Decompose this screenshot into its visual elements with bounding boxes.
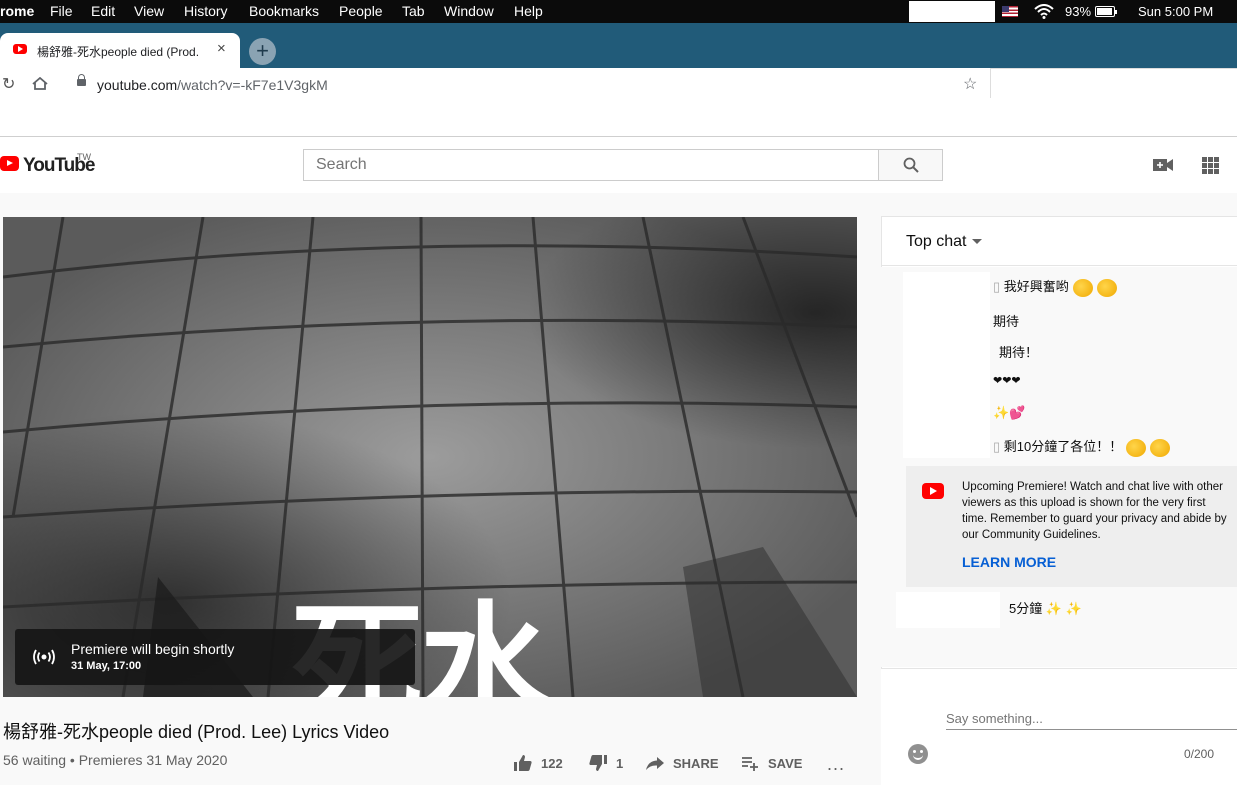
apps-grid-icon[interactable] (1202, 157, 1219, 174)
clock[interactable]: Sun 5:00 PM (1138, 4, 1213, 19)
share-label: SHARE (673, 755, 719, 771)
youtube-play-icon (0, 156, 19, 171)
menu-bookmarks[interactable]: Bookmarks (249, 3, 319, 19)
chat-message: ▯ 我好興奮哟 (993, 276, 1117, 297)
menu-bar: rome File Edit View History Bookmarks Pe… (0, 0, 1237, 23)
tab-close-button[interactable]: × (217, 40, 226, 57)
chat-message: ✨💕 (993, 405, 1026, 420)
lock-icon[interactable] (77, 74, 86, 86)
home-icon[interactable] (32, 77, 48, 90)
save-label: SAVE (768, 755, 803, 771)
video-player[interactable]: 死水 (3, 217, 857, 697)
thumbs-up-icon (514, 755, 532, 771)
chat-avatar-column (903, 272, 990, 458)
menu-edit[interactable]: Edit (91, 3, 115, 19)
character-counter: 0/200 (1184, 747, 1215, 761)
youtube-icon (922, 483, 944, 499)
share-icon (646, 757, 664, 770)
chat-message: ❤❤❤ (993, 375, 1021, 387)
status-item-box (909, 1, 995, 22)
search-icon (903, 157, 919, 173)
dislike-button[interactable]: 1 (588, 752, 623, 774)
thumbs-down-icon (589, 755, 607, 771)
browser-tab[interactable]: 楊舒雅-死水people died (Prod. × (0, 33, 240, 68)
chat-avatar (896, 592, 1000, 628)
emoji-hugging-icon (1096, 278, 1117, 297)
emoji-hugging-icon (1072, 278, 1093, 297)
top-chat-label: Top chat (906, 233, 967, 250)
premiere-title: Premiere will begin shortly (71, 641, 235, 657)
new-tab-button[interactable]: + (249, 38, 276, 65)
video-meta: 56 waiting • Premieres 31 May 2020 (3, 752, 228, 768)
create-video-icon[interactable] (1153, 157, 1173, 173)
dropdown-caret-icon (972, 239, 983, 245)
share-button[interactable]: SHARE (645, 752, 719, 774)
battery-icon[interactable] (1095, 6, 1117, 17)
tab-strip: 楊舒雅-死水people died (Prod. × + (0, 23, 1237, 68)
notice-text: Upcoming Premiere! Watch and chat live w… (962, 481, 1227, 541)
menu-file[interactable]: File (50, 3, 73, 19)
premiere-notice: Upcoming Premiere! Watch and chat live w… (906, 466, 1237, 587)
tab-title: 楊舒雅-死水people died (Prod. (37, 45, 200, 59)
live-broadcast-icon (33, 649, 55, 665)
chat-message: 期待 (993, 314, 1020, 329)
reload-icon[interactable]: ↻ (2, 74, 15, 94)
menu-help[interactable]: Help (514, 3, 543, 19)
wifi-icon[interactable] (1034, 4, 1054, 19)
more-actions-button[interactable]: ... (827, 754, 845, 775)
top-chat-dropdown[interactable]: Top chat (906, 233, 983, 251)
region-code: TW (77, 152, 91, 162)
video-title: 楊舒雅-死水people died (Prod. Lee) Lyrics Vid… (3, 722, 390, 742)
learn-more-link[interactable]: LEARN MORE (962, 554, 1056, 570)
premiere-date: 31 May, 17:00 (71, 660, 142, 672)
bookmark-star-icon[interactable]: ☆ (963, 74, 977, 94)
like-button[interactable]: 122 (513, 752, 563, 774)
emoji-hugging-icon (1150, 438, 1171, 457)
search-button[interactable] (878, 149, 943, 181)
premiere-banner: Premiere will begin shortly 31 May, 17:0… (15, 629, 415, 685)
toolbar-divider (0, 136, 1237, 137)
battery-percentage: 93% (1065, 4, 1092, 19)
menu-history[interactable]: History (184, 3, 228, 19)
like-count: 122 (541, 755, 563, 771)
menu-tab[interactable]: Tab (402, 3, 425, 19)
search-input[interactable] (303, 149, 879, 181)
emoji-hugging-icon (1126, 438, 1147, 457)
menu-view[interactable]: View (134, 3, 164, 19)
chat-message: 5分鐘 ✨ ✨ (1009, 601, 1082, 616)
chat-message: 期待！ (999, 345, 1039, 360)
emoji-picker-icon[interactable] (908, 744, 928, 764)
chat-message: ▯ 剩10分鐘了各位！！ (993, 436, 1171, 457)
url-host: youtube.com (97, 77, 178, 93)
chat-message-input[interactable] (946, 708, 1237, 730)
youtube-favicon-icon (13, 44, 27, 54)
menu-people[interactable]: People (339, 3, 383, 19)
add-to-playlist-icon (742, 757, 758, 771)
browser-toolbar: ↻ youtube.com/watch?v=-kF7e1V3gkM ☆ (0, 68, 990, 98)
address-bar[interactable]: youtube.com/watch?v=-kF7e1V3gkM (97, 77, 328, 93)
url-path: /watch?v=-kF7e1V3gkM (177, 77, 328, 93)
extensions-panel (990, 68, 1237, 98)
dislike-count: 1 (616, 755, 624, 771)
save-button[interactable]: SAVE (740, 752, 802, 774)
menu-window[interactable]: Window (444, 3, 494, 19)
menu-app-name[interactable]: rome (0, 3, 34, 19)
input-source-flag-icon[interactable] (1002, 6, 1018, 17)
